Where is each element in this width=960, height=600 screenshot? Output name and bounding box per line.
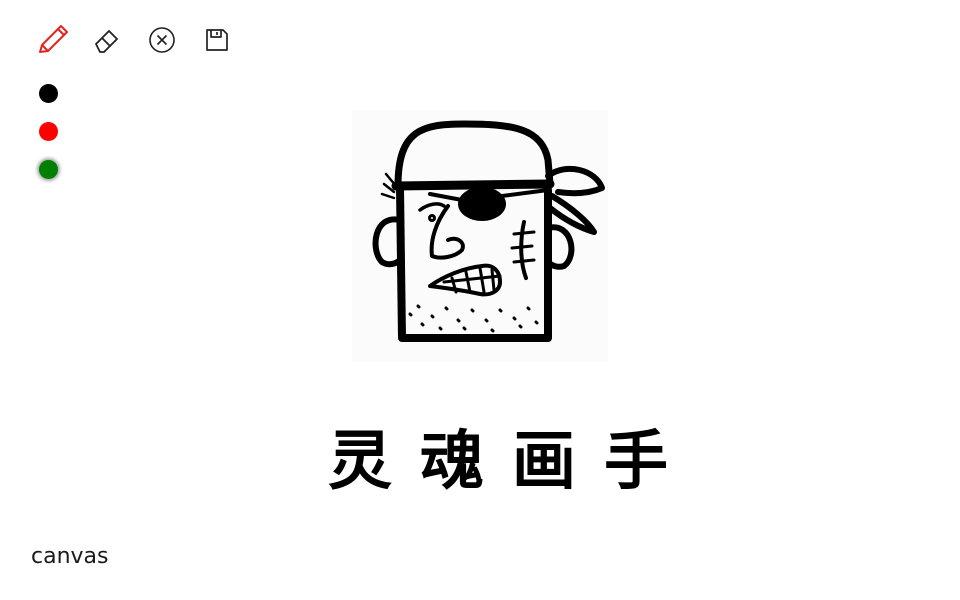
color-swatch-red[interactable]	[39, 122, 58, 141]
color-swatch-black[interactable]	[39, 84, 58, 103]
save-icon	[206, 29, 228, 51]
pencil-tool-button[interactable]	[34, 22, 70, 58]
pirate-illustration	[352, 110, 608, 362]
pencil-icon	[39, 25, 68, 53]
save-tool-button[interactable]	[199, 22, 235, 58]
toolbar	[34, 22, 235, 58]
app-title-text: 灵魂画手	[328, 425, 696, 499]
app-title: 灵魂画手	[300, 424, 668, 500]
eraser-tool-button[interactable]	[89, 22, 125, 58]
eraser-icon	[95, 30, 118, 53]
color-palette	[39, 84, 58, 179]
canvas-label: canvas	[31, 544, 109, 569]
clear-tool-button[interactable]	[144, 22, 180, 58]
color-swatch-green[interactable]	[39, 160, 58, 179]
close-circle-icon	[149, 27, 175, 53]
